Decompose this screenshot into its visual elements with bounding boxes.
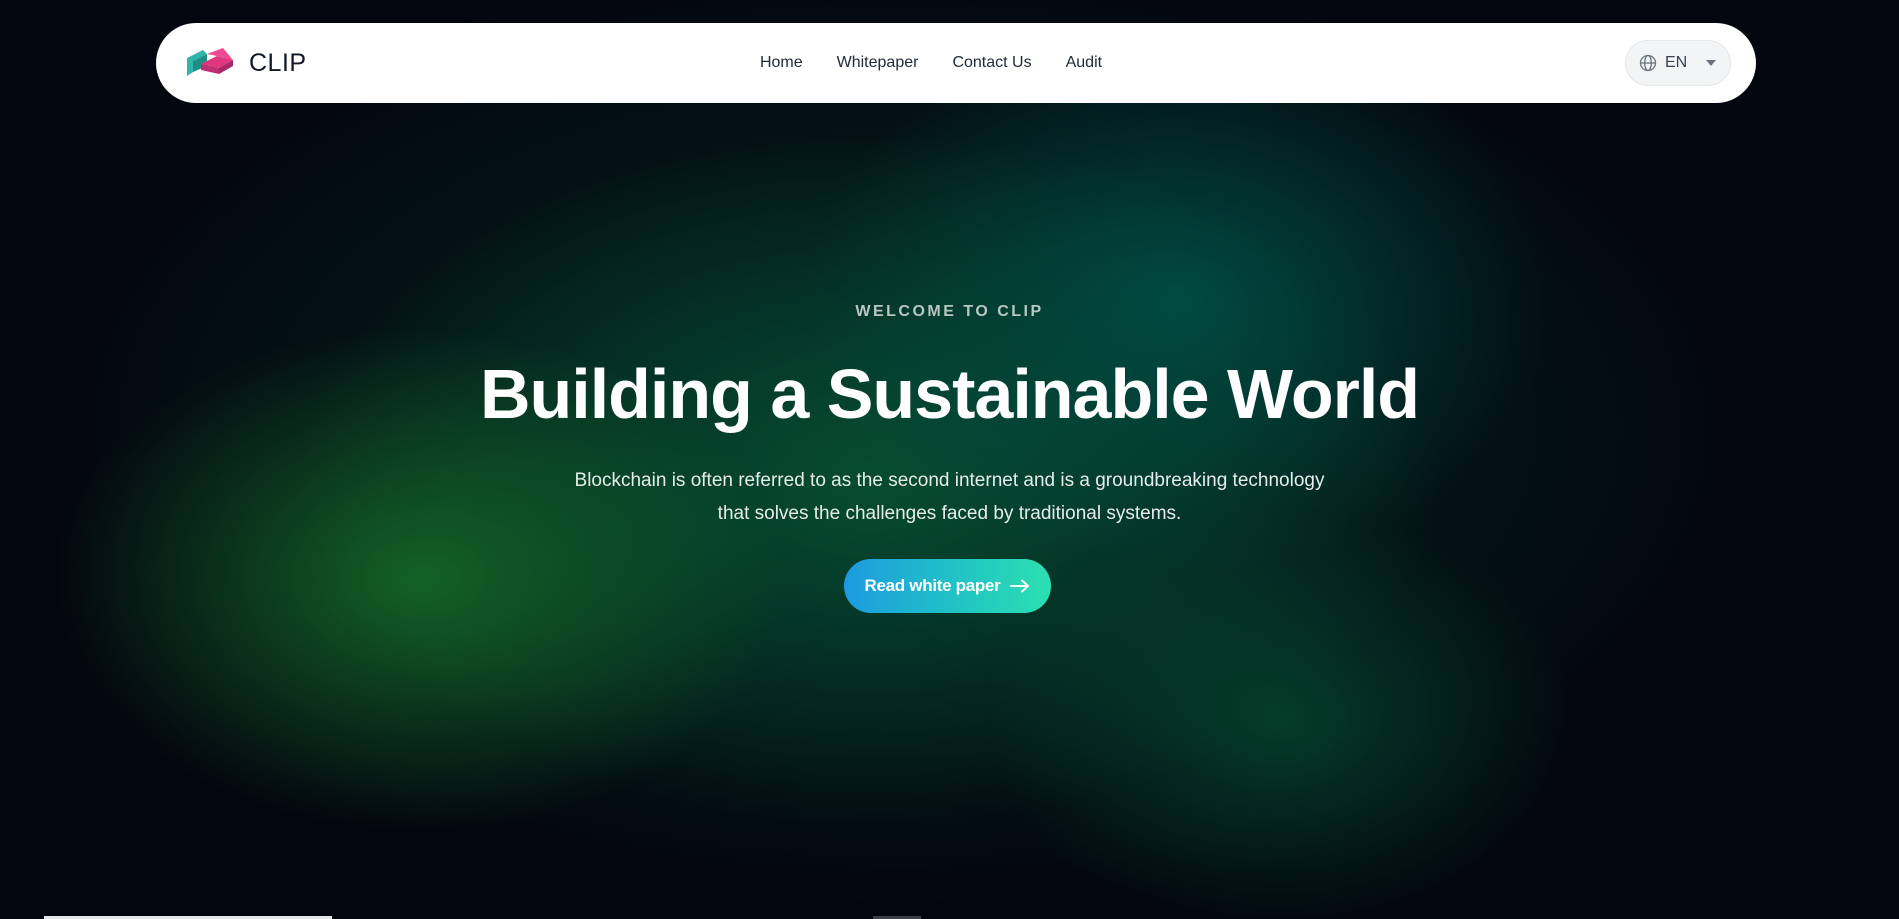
- hero-eyebrow: WELCOME TO CLIP: [855, 303, 1044, 320]
- read-white-paper-label: Read white paper: [864, 576, 1001, 595]
- caret-down-icon: [1706, 60, 1717, 66]
- language-selector[interactable]: EN: [1625, 40, 1731, 86]
- hero-subtitle-line-2: that solves the challenges faced by trad…: [717, 503, 1182, 524]
- landing-page: CLIP Home Whitepaper Contact Us Audit EN…: [0, 0, 1899, 919]
- nav-link-whitepaper[interactable]: Whitepaper: [837, 54, 919, 72]
- hero-title: Building a Sustainable World: [479, 355, 1420, 433]
- hero-subtitle: Blockchain is often referred to as the s…: [0, 464, 1899, 530]
- nav-link-audit[interactable]: Audit: [1066, 54, 1102, 72]
- language-value: EN: [1665, 54, 1688, 71]
- nav-link-home[interactable]: Home: [760, 54, 803, 72]
- main-nav: Home Whitepaper Contact Us Audit: [106, 23, 1756, 103]
- nav-link-contact-us[interactable]: Contact Us: [952, 54, 1031, 72]
- arrow-right-icon: [1010, 579, 1030, 593]
- globe-icon: [1639, 54, 1657, 72]
- read-white-paper-button[interactable]: Read white paper: [844, 559, 1051, 613]
- top-navbar: CLIP Home Whitepaper Contact Us Audit EN: [156, 23, 1756, 103]
- hero-subtitle-line-1: Blockchain is often referred to as the s…: [574, 470, 1325, 491]
